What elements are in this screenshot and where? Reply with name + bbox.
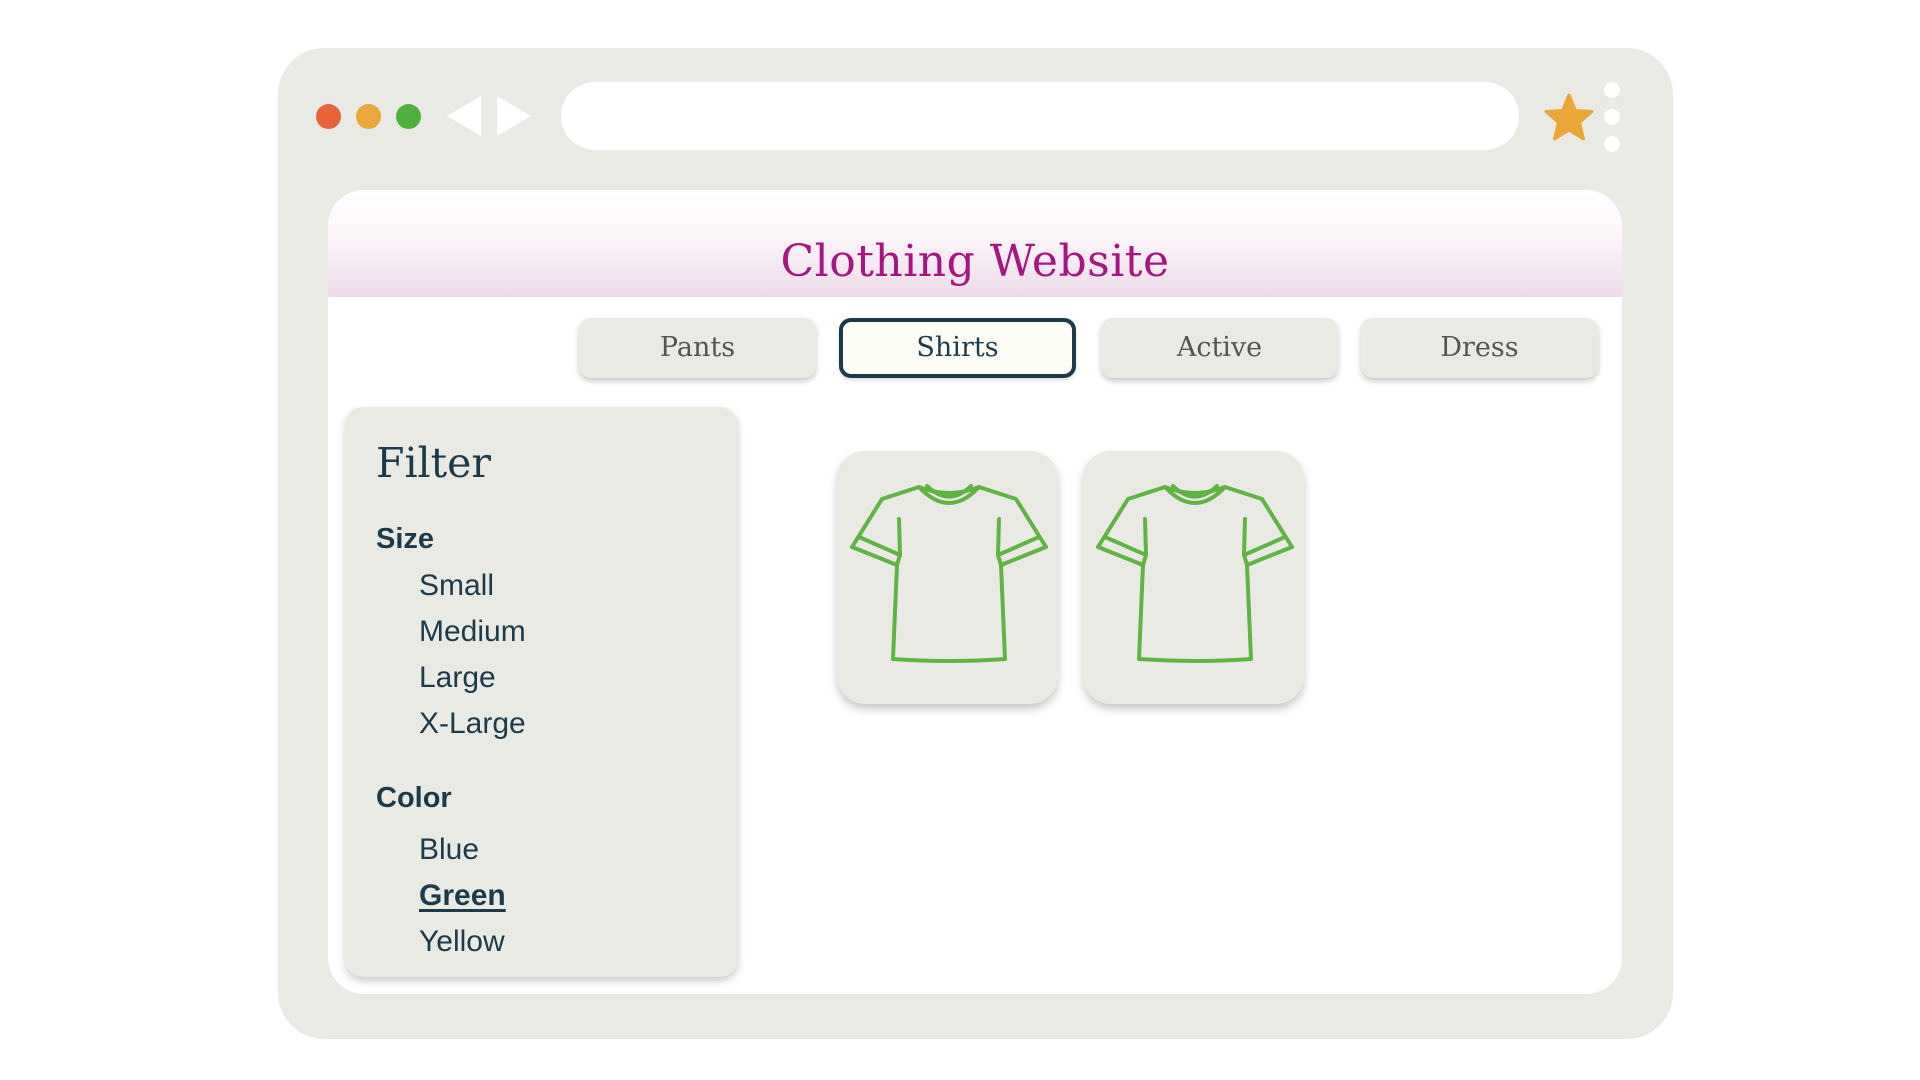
minimize-window-button[interactable]	[356, 104, 381, 129]
kebab-menu-icon[interactable]	[1604, 82, 1620, 152]
back-arrow-icon[interactable]	[447, 96, 483, 136]
color-option-blue[interactable]: Blue	[419, 833, 479, 867]
size-option-x-large[interactable]: X-Large	[419, 707, 526, 741]
size-heading: Size	[376, 523, 435, 555]
filter-title: Filter	[376, 439, 492, 487]
close-window-button[interactable]	[316, 104, 341, 129]
tab-active[interactable]: Active	[1101, 318, 1338, 378]
color-heading: Color	[376, 782, 452, 814]
product-card[interactable]	[1083, 451, 1304, 704]
color-option-yellow[interactable]: Yellow	[419, 925, 505, 959]
site-title: Clothing Website	[780, 236, 1170, 287]
tab-pants[interactable]: Pants	[579, 318, 816, 378]
maximize-window-button[interactable]	[396, 104, 421, 129]
web-page: Clothing Website Pants Shirts Active Dre…	[328, 190, 1622, 994]
color-option-green[interactable]: Green	[419, 879, 506, 913]
tab-dress[interactable]: Dress	[1361, 318, 1598, 378]
forward-arrow-icon[interactable]	[495, 96, 531, 136]
size-option-small[interactable]: Small	[419, 569, 494, 603]
t-shirt-icon	[850, 484, 1048, 663]
star-icon[interactable]	[1543, 92, 1595, 144]
size-option-medium[interactable]: Medium	[419, 615, 526, 649]
site-header: Clothing Website	[328, 190, 1622, 297]
address-bar-input[interactable]	[561, 82, 1519, 150]
browser-window: Clothing Website Pants Shirts Active Dre…	[278, 48, 1673, 1039]
t-shirt-icon	[1096, 484, 1294, 663]
size-option-large[interactable]: Large	[419, 661, 496, 695]
product-card[interactable]	[837, 451, 1058, 704]
filter-panel: Filter Size Small Medium Large X-Large C…	[345, 407, 738, 977]
tab-shirts[interactable]: Shirts	[839, 318, 1076, 378]
